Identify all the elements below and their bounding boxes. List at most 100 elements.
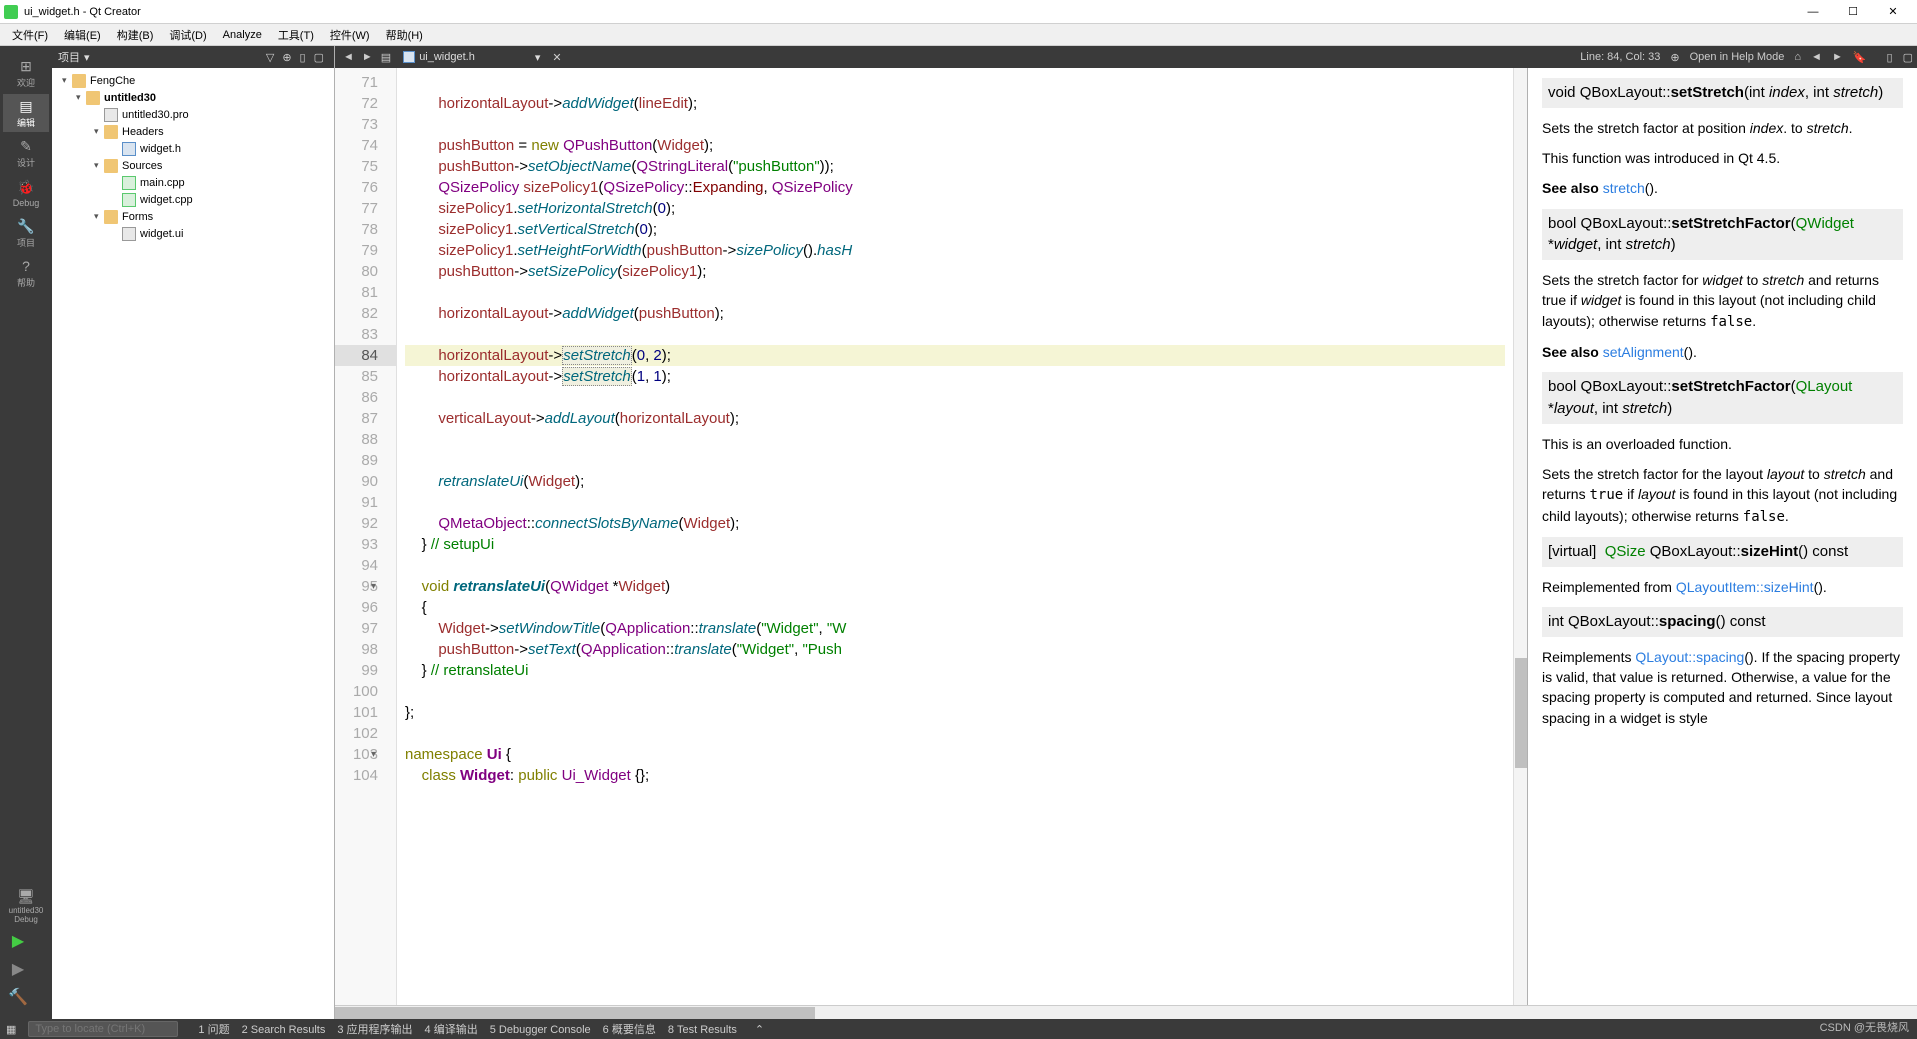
code-line[interactable]: class Widget: public Ui_Widget {}; (405, 765, 1505, 786)
mode-帮助[interactable]: ?帮助 (3, 254, 49, 292)
project-tree[interactable]: ▾FengChe▾untitled30untitled30.pro▾Header… (52, 68, 334, 246)
mode-项目[interactable]: 🔧项目 (3, 214, 49, 252)
output-pane-tab[interactable]: 3 应用程序输出 (337, 1024, 412, 1036)
tree-item[interactable]: main.cpp (52, 174, 334, 191)
code-line[interactable] (405, 450, 1505, 471)
tree-item[interactable]: ▾untitled30 (52, 89, 334, 106)
close-tab-icon[interactable]: ✕ (548, 51, 565, 64)
locator-input[interactable] (28, 1021, 178, 1037)
build-button[interactable]: 🔨 (3, 983, 33, 1011)
help-mode-label[interactable]: Open in Help Mode (1690, 51, 1785, 63)
code-line[interactable] (405, 492, 1505, 513)
link-icon[interactable]: ⊕ (278, 51, 295, 64)
mode-编辑[interactable]: ▤编辑 (3, 94, 49, 132)
nav-back-help-icon[interactable]: ◄ (1811, 51, 1822, 63)
code-line[interactable]: sizePolicy1.setHeightForWidth(pushButton… (405, 240, 1505, 261)
code-line[interactable]: verticalLayout->addLayout(horizontalLayo… (405, 408, 1505, 429)
menu-item[interactable]: 构建(B) (109, 25, 162, 45)
code-line[interactable] (405, 429, 1505, 450)
menu-item[interactable]: 编辑(E) (56, 25, 109, 45)
output-pane-tab[interactable]: 6 概要信息 (603, 1024, 656, 1036)
split-editor-icon[interactable]: ▯ (1887, 51, 1893, 64)
output-toggle-icon[interactable]: ▦ (6, 1023, 16, 1036)
split-icon[interactable]: ▯ (296, 51, 310, 64)
tree-arrow-icon[interactable]: ▾ (94, 160, 104, 171)
filter-icon[interactable]: ▽ (262, 51, 278, 64)
code-line[interactable] (405, 72, 1505, 93)
code-line[interactable] (405, 681, 1505, 702)
code-line[interactable]: horizontalLayout->addWidget(pushButton); (405, 303, 1505, 324)
tree-arrow-icon[interactable]: ▾ (94, 126, 104, 137)
code-line[interactable]: } // retranslateUi (405, 660, 1505, 681)
menu-item[interactable]: 调试(D) (161, 25, 214, 45)
code-line[interactable]: QSizePolicy sizePolicy1(QSizePolicy::Exp… (405, 177, 1505, 198)
code-line[interactable] (405, 324, 1505, 345)
mode-欢迎[interactable]: ⊞欢迎 (3, 54, 49, 92)
code-line[interactable]: pushButton->setText(QApplication::transl… (405, 639, 1505, 660)
scroll-thumb[interactable] (335, 1007, 815, 1019)
code-line[interactable]: horizontalLayout->addWidget(lineEdit); (405, 93, 1505, 114)
fold-icon[interactable]: ▾ (371, 744, 376, 765)
output-pane-tab[interactable]: 5 Debugger Console (490, 1024, 591, 1036)
code-line[interactable]: pushButton->setObjectName(QStringLiteral… (405, 156, 1505, 177)
run-target[interactable]: 🖥 untitled30 Debug (3, 887, 49, 925)
file-list-icon[interactable]: ▤ (377, 51, 395, 64)
scroll-thumb[interactable] (1515, 658, 1527, 768)
menu-item[interactable]: 帮助(H) (378, 25, 431, 45)
output-pane-tab[interactable]: 1 问题 (198, 1024, 229, 1036)
mode-Debug[interactable]: 🐞Debug (3, 174, 49, 212)
code-line[interactable]: { (405, 597, 1505, 618)
code-line[interactable]: }; (405, 702, 1505, 723)
nav-forward-help-icon[interactable]: ► (1832, 51, 1843, 63)
close-editor-icon[interactable]: ▢ (1903, 51, 1913, 64)
tree-arrow-icon[interactable]: ▾ (62, 75, 72, 86)
code-line[interactable]: sizePolicy1.setVerticalStretch(0); (405, 219, 1505, 240)
menu-item[interactable]: 工具(T) (270, 25, 322, 45)
minimize-button[interactable]: — (1793, 0, 1833, 24)
vertical-scrollbar[interactable] (1513, 68, 1527, 1005)
fold-icon[interactable]: ▾ (371, 576, 376, 597)
status-dropdown-icon[interactable]: ⌃ (755, 1023, 764, 1036)
tree-arrow-icon[interactable]: ▾ (76, 92, 86, 103)
tree-item[interactable]: ▾Headers (52, 123, 334, 140)
tree-item[interactable]: widget.ui (52, 225, 334, 242)
tree-item[interactable]: ▾Sources (52, 157, 334, 174)
output-pane-tab[interactable]: 4 编译输出 (425, 1024, 478, 1036)
code-line[interactable]: horizontalLayout->setStretch(0, 2); (405, 345, 1505, 366)
tree-item[interactable]: ▾Forms (52, 208, 334, 225)
code-line[interactable]: namespace Ui { (405, 744, 1505, 765)
tree-arrow-icon[interactable]: ▾ (94, 211, 104, 222)
code-line[interactable]: void retranslateUi(QWidget *Widget) (405, 576, 1505, 597)
code-line[interactable] (405, 114, 1505, 135)
output-pane-tab[interactable]: 2 Search Results (242, 1024, 326, 1036)
menu-item[interactable]: 控件(W) (322, 25, 378, 45)
code-line[interactable]: pushButton->setSizePolicy(sizePolicy1); (405, 261, 1505, 282)
help-content[interactable]: void QBoxLayout::setStretch(int index, i… (1528, 68, 1917, 748)
file-tab[interactable]: ui_widget.h ▾ (395, 49, 548, 66)
close-panel-icon[interactable]: ▢ (310, 51, 328, 64)
dropdown-icon[interactable]: ▾ (535, 51, 541, 64)
menu-item[interactable]: Analyze (215, 27, 270, 43)
encoding-icon[interactable]: ⊕ (1670, 51, 1679, 64)
maximize-button[interactable]: ☐ (1833, 0, 1873, 24)
dropdown-icon[interactable]: ▾ (84, 51, 90, 64)
code-line[interactable]: pushButton = new QPushButton(Widget); (405, 135, 1505, 156)
tree-item[interactable]: widget.cpp (52, 191, 334, 208)
code-line[interactable] (405, 282, 1505, 303)
code-line[interactable]: Widget->setWindowTitle(QApplication::tra… (405, 618, 1505, 639)
nav-back-icon[interactable]: ◄ (339, 51, 358, 63)
code-editor[interactable]: 7172737475767778798081828384858687888990… (335, 68, 1917, 1005)
mode-设计[interactable]: ✎设计 (3, 134, 49, 172)
nav-forward-icon[interactable]: ► (358, 51, 377, 63)
horizontal-scrollbar[interactable] (335, 1005, 1917, 1019)
tree-item[interactable]: widget.h (52, 140, 334, 157)
code-line[interactable]: retranslateUi(Widget); (405, 471, 1505, 492)
code-line[interactable]: sizePolicy1.setHorizontalStretch(0); (405, 198, 1505, 219)
code-line[interactable]: horizontalLayout->setStretch(1, 1); (405, 366, 1505, 387)
close-button[interactable]: ✕ (1873, 0, 1913, 24)
code-line[interactable]: QMetaObject::connectSlotsByName(Widget); (405, 513, 1505, 534)
code-line[interactable] (405, 387, 1505, 408)
code-line[interactable]: } // setupUi (405, 534, 1505, 555)
bookmark-icon[interactable]: 🔖 (1853, 51, 1867, 64)
code-line[interactable] (405, 555, 1505, 576)
